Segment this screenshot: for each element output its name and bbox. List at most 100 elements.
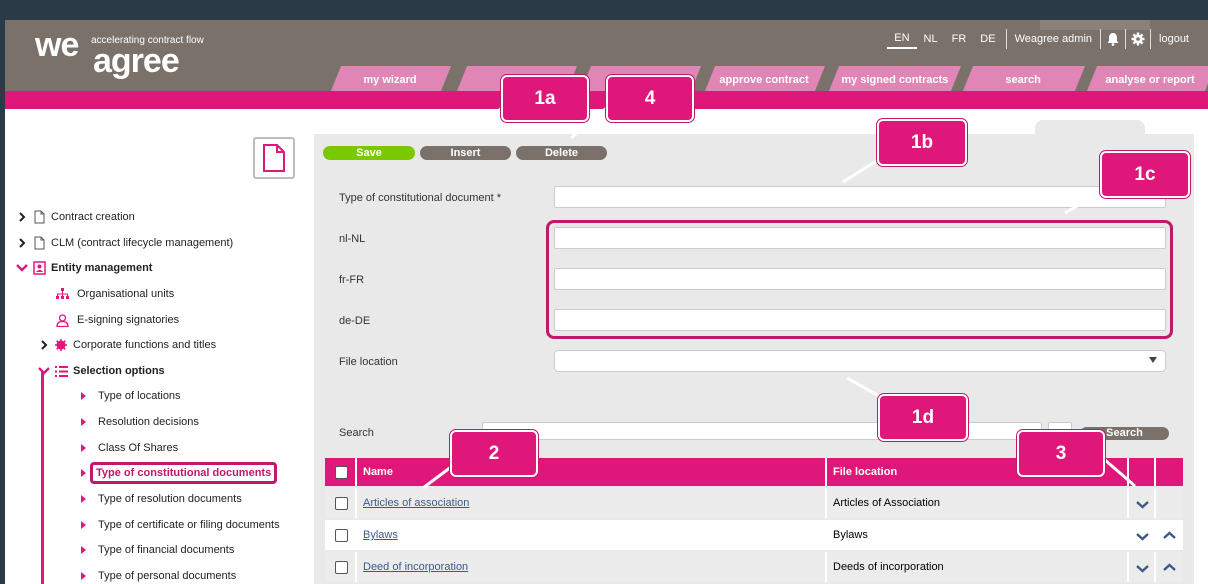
move-down-icon[interactable] (1129, 488, 1156, 518)
org-chart-icon (55, 287, 69, 301)
empty-cell (1156, 488, 1183, 518)
chevron-right-icon[interactable] (15, 210, 29, 224)
save-button[interactable]: Save (323, 146, 415, 160)
nav-resolution-decisions[interactable]: Resolution decisions (81, 411, 199, 433)
nav-type-of-locations[interactable]: Type of locations (81, 385, 181, 407)
delete-button[interactable]: Delete (516, 146, 607, 160)
callout-1a: 1a (501, 75, 589, 122)
divider (1005, 29, 1007, 49)
row-location: Bylaws (827, 520, 1129, 550)
caret-right-icon (81, 469, 86, 477)
nav-e-signing-signatories[interactable]: E-signing signatories (55, 309, 179, 331)
caret-right-icon (81, 572, 86, 580)
chevron-right-icon[interactable] (37, 338, 51, 352)
move-up-icon[interactable] (1156, 520, 1183, 550)
chevron-down-icon[interactable] (37, 364, 51, 378)
nav-label: Class Of Shares (98, 442, 179, 454)
panel-tab-decoration (1035, 386, 1145, 402)
list-icon (54, 364, 68, 378)
row-checkbox-cell (325, 552, 357, 582)
nav-type-of-certificate[interactable]: Type of certificate or filing documents (81, 514, 280, 536)
row-checkbox[interactable] (335, 561, 348, 574)
app-window: we accelerating contract flow agree EN N… (5, 20, 1208, 584)
search-label: Search (339, 427, 374, 439)
nav-label: Type of personal documents (98, 570, 237, 582)
bell-icon[interactable] (1104, 30, 1122, 48)
nav-selection-options[interactable]: Selection options (37, 360, 165, 382)
chevron-down-icon[interactable] (15, 261, 29, 275)
lang-de[interactable]: DE (973, 30, 1002, 48)
nav-type-of-constitutional-documents[interactable]: Type of constitutional documents (81, 460, 278, 486)
callout-2: 2 (450, 430, 538, 477)
lang-fr[interactable]: FR (945, 30, 974, 48)
new-document-button[interactable] (253, 137, 295, 179)
move-down-icon[interactable] (1129, 552, 1156, 582)
caret-right-icon (81, 418, 86, 426)
divider (1150, 29, 1152, 49)
row-location: Deeds of incorporation (827, 552, 1129, 582)
translations-highlight (546, 220, 1173, 339)
callout-4: 4 (606, 75, 694, 122)
row-location: Articles of Association (827, 488, 1129, 518)
tab-search[interactable]: search (962, 66, 1086, 91)
caret-right-icon (81, 521, 86, 529)
gear-icon[interactable] (1129, 30, 1147, 48)
file-icon (32, 236, 46, 250)
tab-my-signed-contracts[interactable]: my signed contracts (828, 66, 962, 91)
tab-my-wizard[interactable]: my wizard (330, 66, 452, 91)
file-location-label: File location (339, 356, 398, 368)
lang-nl[interactable]: NL (917, 30, 945, 48)
table-row[interactable]: Bylaws Bylaws (325, 520, 1183, 550)
nav-type-of-personal-documents[interactable]: Type of personal documents (81, 565, 236, 584)
table-row[interactable]: Articles of association Articles of Asso… (325, 488, 1183, 518)
row-name-link[interactable]: Deed of incorporation (363, 561, 468, 573)
nav-label: Resolution decisions (98, 416, 199, 428)
file-location-select[interactable] (554, 350, 1166, 372)
tab-analyse-or-report[interactable]: analyse or report (1086, 66, 1208, 91)
chevron-right-icon[interactable] (15, 236, 29, 250)
nav-clm[interactable]: CLM (contract lifecycle management) (15, 232, 233, 254)
nav-corporate-functions[interactable]: Corporate functions and titles (37, 334, 216, 356)
header-checkbox-cell (325, 458, 357, 486)
badge-icon (54, 338, 68, 352)
lang-en[interactable]: EN (887, 29, 917, 49)
nav-label: Type of resolution documents (98, 493, 242, 505)
tree-guide-line (41, 372, 44, 584)
nav-label: Selection options (73, 365, 165, 377)
user-name[interactable]: Weagree admin (1010, 33, 1097, 45)
nav-label: Organisational units (77, 288, 175, 300)
document-icon (263, 144, 285, 172)
nav-entity-management[interactable]: Entity management (15, 257, 152, 279)
insert-button[interactable]: Insert (420, 146, 511, 160)
tab-approve-contract[interactable]: approve contract (704, 66, 826, 91)
move-down-icon[interactable] (1129, 520, 1156, 550)
caret-right-icon (81, 392, 86, 400)
nav-class-of-shares[interactable]: Class Of Shares (81, 437, 178, 459)
nav-label: E-signing signatories (77, 314, 180, 326)
row-checkbox[interactable] (335, 529, 348, 542)
callout-3: 3 (1017, 430, 1105, 477)
divider (1100, 29, 1102, 49)
row-name-link[interactable]: Bylaws (363, 529, 398, 541)
select-all-checkbox[interactable] (335, 466, 348, 479)
type-input[interactable] (554, 186, 1166, 208)
logo[interactable]: we accelerating contract flow agree (35, 28, 204, 80)
logout-link[interactable]: logout (1154, 33, 1194, 45)
nav-type-of-financial-documents[interactable]: Type of financial documents (81, 539, 234, 561)
column-name[interactable]: Name (357, 458, 827, 486)
move-up-icon[interactable] (1156, 552, 1183, 582)
table-row[interactable]: Deed of incorporation Deeds of incorpora… (325, 552, 1183, 582)
nl-label: nl-NL (339, 233, 366, 245)
row-checkbox-cell (325, 488, 357, 518)
nav-contract-creation[interactable]: Contract creation (15, 206, 135, 228)
caret-right-icon (81, 444, 86, 452)
column-sort-up (1156, 458, 1183, 486)
nav-type-of-resolution-documents[interactable]: Type of resolution documents (81, 488, 242, 510)
nav-label: Type of certificate or filing documents (98, 519, 280, 531)
nav-organisational-units[interactable]: Organisational units (55, 283, 174, 305)
row-checkbox[interactable] (335, 497, 348, 510)
row-name-cell: Articles of association (357, 488, 827, 518)
caret-right-icon (81, 495, 86, 503)
dropdown-arrow-icon (1149, 357, 1157, 363)
row-name-link[interactable]: Articles of association (363, 497, 469, 509)
